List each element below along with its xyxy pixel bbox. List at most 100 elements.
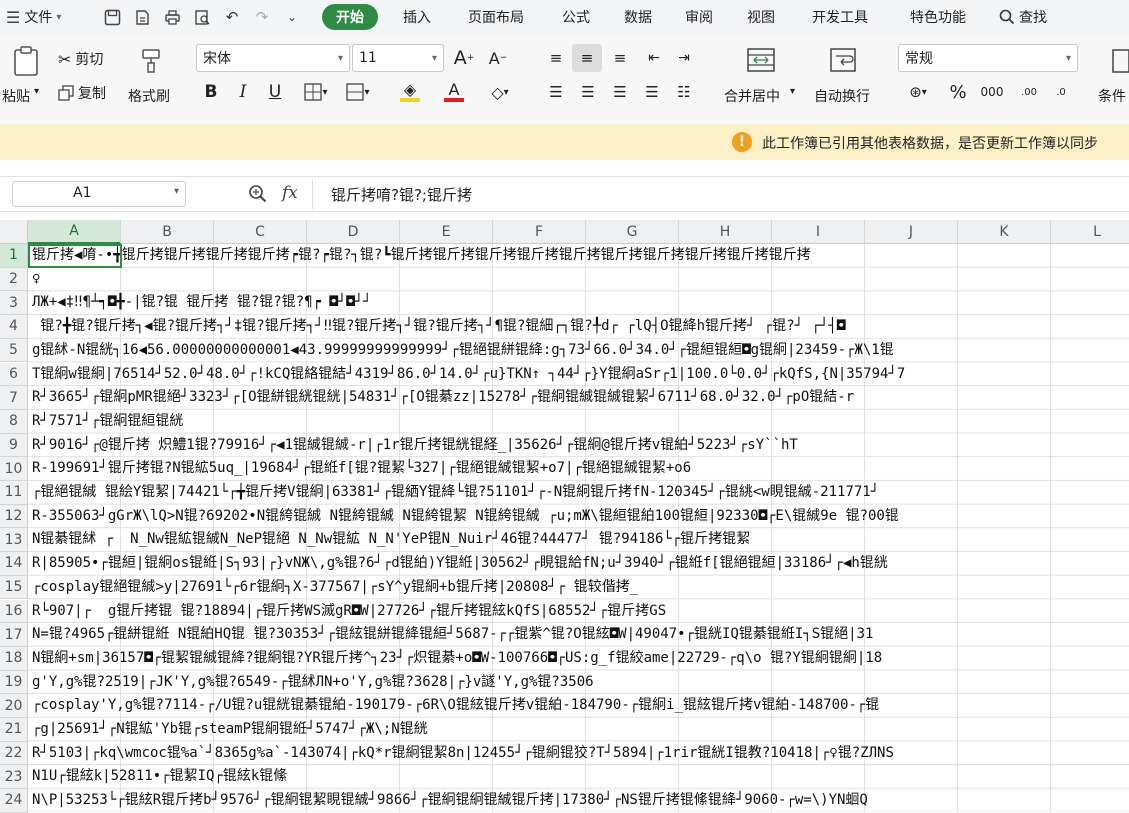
percent-icon[interactable]: % (946, 80, 970, 104)
file-menu[interactable]: ☰ 文件 ▾ (0, 0, 92, 34)
save-icon[interactable] (102, 7, 122, 27)
row-header[interactable]: 17 (0, 623, 28, 647)
decrease-decimal-icon[interactable]: .0 (1048, 80, 1074, 104)
export-pdf-icon[interactable] (132, 7, 152, 27)
row-header[interactable]: 5 (0, 338, 28, 363)
font-name-select[interactable]: 宋体 ▾ (196, 44, 350, 72)
row-header[interactable]: 11 (0, 481, 28, 505)
row-header[interactable]: 23 (0, 765, 28, 790)
customize-chevron-icon[interactable]: ⌄ (282, 7, 302, 27)
column-header-h[interactable]: H (679, 220, 772, 244)
thousands-icon[interactable]: 000 (980, 80, 1004, 104)
increase-decimal-icon[interactable]: .00 (1016, 80, 1042, 104)
row-header[interactable]: 10 (0, 457, 28, 481)
distributed-icon[interactable]: ☷ (672, 80, 696, 104)
row-header[interactable]: 3 (0, 291, 28, 316)
column-header-i[interactable]: I (772, 220, 865, 244)
paste-chevron-icon[interactable]: ▾ (34, 86, 39, 97)
insert-function-button[interactable]: fx (282, 183, 298, 203)
row-header[interactable]: 1 (0, 244, 28, 268)
format-painter-icon[interactable] (136, 46, 166, 76)
tab-developer[interactable]: 开发工具 (792, 0, 888, 34)
column-header-a[interactable]: A (28, 220, 121, 244)
wrap-text-label[interactable]: 自动换行 (814, 86, 870, 106)
copy-button[interactable]: 复制 (58, 82, 106, 104)
conditional-format-label[interactable]: 条件 (1098, 86, 1126, 106)
tab-home[interactable]: 开始 (322, 4, 378, 30)
column-header-g[interactable]: G (586, 220, 679, 244)
increase-indent-icon[interactable]: ⇥ (672, 46, 696, 70)
row-header[interactable]: 24 (0, 789, 28, 813)
decrease-font-size-button[interactable]: A − (486, 46, 510, 70)
number-format-select[interactable]: 常规 ▾ (898, 44, 1078, 72)
align-middle-icon[interactable]: ≡ (572, 44, 602, 72)
align-left-icon[interactable]: ☰ (544, 80, 568, 104)
row-header[interactable]: 7 (0, 386, 28, 410)
font-color-icon[interactable]: A (436, 78, 472, 106)
notice-text[interactable]: 此工作簿已引用其他表格数据，是否更新工作簿以同步 (762, 133, 1098, 153)
column-header-f[interactable]: F (493, 220, 586, 244)
fill-color-icon[interactable]: ◈ (392, 78, 428, 106)
align-center-icon[interactable]: ☰ (576, 80, 600, 104)
currency-icon[interactable]: ⊛ ▾ (902, 80, 934, 104)
paste-label[interactable]: 粘贴 (2, 86, 30, 106)
row-header[interactable]: 18 (0, 646, 28, 671)
column-header-l[interactable]: L (1051, 220, 1129, 244)
row-header[interactable]: 16 (0, 599, 28, 624)
row-header[interactable]: 20 (0, 694, 28, 718)
row-header[interactable]: 22 (0, 741, 28, 766)
row-header[interactable]: 12 (0, 504, 28, 529)
name-box[interactable]: A1 ▾ (12, 181, 186, 207)
format-painter-label[interactable]: 格式刷 (128, 86, 170, 106)
bold-button[interactable]: B (200, 80, 222, 104)
font-size-select[interactable]: 11 ▾ (352, 44, 444, 72)
decrease-indent-icon[interactable]: ⇤ (642, 46, 666, 70)
increase-font-size-button[interactable]: A + (452, 46, 476, 70)
tab-page-layout[interactable]: 页面布局 (448, 0, 544, 34)
merge-center-label[interactable]: 合并居中 (724, 86, 780, 106)
underline-button[interactable]: U (264, 80, 286, 104)
align-right-icon[interactable]: ☰ (608, 80, 632, 104)
conditional-format-icon[interactable] (1110, 46, 1129, 76)
italic-button[interactable]: I (232, 80, 254, 104)
row-header[interactable]: 14 (0, 552, 28, 576)
merge-center-icon[interactable] (744, 44, 778, 76)
row-header[interactable]: 6 (0, 362, 28, 387)
print-preview-icon[interactable] (192, 7, 212, 27)
row-header[interactable]: 21 (0, 718, 28, 742)
row-header[interactable]: 9 (0, 433, 28, 458)
row-header[interactable]: 8 (0, 409, 28, 434)
print-icon[interactable] (162, 7, 182, 27)
align-top-icon[interactable]: ≡ (544, 46, 568, 70)
tab-view[interactable]: 视图 (730, 0, 792, 34)
row-header[interactable]: 2 (0, 267, 28, 292)
merge-chevron-icon[interactable]: ▾ (790, 86, 795, 97)
tab-insert[interactable]: 插入 (386, 0, 448, 34)
tab-data[interactable]: 数据 (608, 0, 668, 34)
row-header[interactable]: 13 (0, 528, 28, 553)
column-header-d[interactable]: D (307, 220, 400, 244)
column-header-k[interactable]: K (958, 220, 1051, 244)
merge-cells-small-icon[interactable]: ▾ (340, 80, 376, 104)
formula-input[interactable]: 锟斤拷唷?锟?;锟斤拷 (312, 179, 1129, 209)
select-all-corner[interactable] (0, 220, 28, 244)
column-header-e[interactable]: E (400, 220, 493, 244)
zoom-formula-icon[interactable] (248, 184, 268, 208)
cut-button[interactable]: ✂ 剪切 (58, 48, 103, 70)
paste-button[interactable] (6, 44, 46, 78)
wrap-text-icon[interactable] (826, 44, 860, 76)
tab-special[interactable]: 特色功能 (888, 0, 988, 34)
undo-icon[interactable]: ↶ (222, 7, 242, 27)
redo-icon[interactable]: ↷ (252, 7, 272, 27)
search-button[interactable]: 查找 (988, 0, 1058, 34)
align-bottom-icon[interactable]: ≡ (608, 46, 632, 70)
clear-format-icon[interactable]: ◇ ▾ (482, 80, 518, 104)
tab-review[interactable]: 审阅 (668, 0, 730, 34)
borders-icon[interactable]: ▾ (298, 80, 334, 104)
column-header-c[interactable]: C (214, 220, 307, 244)
justify-icon[interactable]: ☰ (640, 80, 664, 104)
column-header-j[interactable]: J (865, 220, 958, 244)
row-header[interactable]: 15 (0, 575, 28, 600)
tab-formulas[interactable]: 公式 (544, 0, 608, 34)
row-header[interactable]: 4 (0, 315, 28, 339)
